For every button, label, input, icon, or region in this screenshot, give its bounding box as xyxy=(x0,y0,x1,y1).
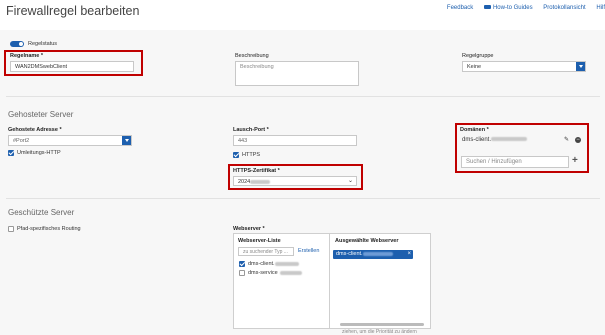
chevron-down-icon[interactable] xyxy=(576,62,585,71)
selected-webserver-label: dms-client. xyxy=(336,251,363,257)
chevron-down-icon[interactable]: ⌄ xyxy=(348,177,353,185)
https-label: HTTPS xyxy=(242,152,261,158)
rule-status-toggle[interactable] xyxy=(10,41,24,47)
redacted-text xyxy=(274,261,299,266)
drag-hint: ziehen, um die Priorität zu ändern xyxy=(342,329,417,335)
domain-search-input[interactable]: Suchen / Hinzufügen xyxy=(461,156,569,168)
redacted-text xyxy=(491,137,528,142)
page-title: Firewallregel bearbeiten xyxy=(6,4,140,18)
rule-group-select[interactable]: Keine xyxy=(462,61,586,72)
webserver-item: dms-client. xyxy=(248,261,299,267)
rule-name-label: Regelname * xyxy=(10,53,44,59)
close-icon[interactable]: × xyxy=(407,251,411,257)
form-content: Regelstatus Regelname * WAN2DMSwebClient… xyxy=(0,30,605,335)
webserver-item: dms-service xyxy=(248,270,302,276)
redacted-text xyxy=(362,251,393,256)
page-header: Firewallregel bearbeiten Feedback How-to… xyxy=(0,0,605,30)
panel-separator xyxy=(329,234,330,328)
domains-label: Domänen * xyxy=(460,127,489,133)
protokoll-link[interactable]: Protokollansicht xyxy=(543,5,585,11)
path-routing-checkbox[interactable] xyxy=(8,226,14,232)
hosted-address-select[interactable]: #Port2 xyxy=(8,135,132,146)
help-link[interactable]: Hilf xyxy=(596,5,605,11)
horizontal-scrollbar[interactable] xyxy=(340,323,424,326)
hosted-address-value: #Port2 xyxy=(13,138,30,144)
howto-link[interactable]: How-to Guides xyxy=(483,5,533,11)
divider-2 xyxy=(6,198,600,199)
domain-value: dms-client. xyxy=(462,137,492,143)
rule-name-input[interactable]: WAN2DMSwebClient xyxy=(10,61,134,72)
selected-webservers: Ausgewählte Webserver dms-client. × xyxy=(331,234,430,328)
feedback-link[interactable]: Feedback xyxy=(447,5,473,11)
webserver-label: Webserver * xyxy=(233,226,265,232)
listen-port-label: Lausch-Port * xyxy=(233,127,269,133)
create-link[interactable]: Erstellen xyxy=(298,248,319,254)
webserver-item-checkbox[interactable] xyxy=(239,270,245,276)
top-links: Feedback How-to Guides Protokollansicht … xyxy=(438,5,605,11)
description-input[interactable]: Beschreibung xyxy=(235,61,359,86)
https-checkbox[interactable] xyxy=(233,152,239,158)
protected-servers-heading: Geschützte Server xyxy=(8,208,75,217)
webserver-item-label: dms-client. xyxy=(248,261,275,267)
rule-group-value: Keine xyxy=(467,64,482,70)
https-certificate-label: HTTPS-Zertifikat * xyxy=(233,168,280,174)
pencil-icon[interactable]: ✎ xyxy=(564,136,569,143)
https-certificate-select[interactable]: 2024 ⌄ xyxy=(233,176,357,186)
redacted-text xyxy=(250,179,271,184)
webserver-item-checkbox[interactable] xyxy=(239,261,245,267)
webserver-list: Webserver-Liste zu suchender Typ ... Ers… xyxy=(234,234,329,328)
webserver-search-input[interactable]: zu suchender Typ ... xyxy=(238,247,294,256)
remove-icon[interactable]: − xyxy=(575,137,581,143)
add-icon[interactable]: + xyxy=(572,155,578,166)
divider-1 xyxy=(6,96,600,97)
path-routing-label: Pfad-spezifisches Routing xyxy=(17,226,81,232)
rule-status-label: Regelstatus xyxy=(28,41,58,47)
hosted-address-label: Gehostete Adresse * xyxy=(8,127,62,133)
selected-webservers-title: Ausgewählte Webserver xyxy=(335,238,399,244)
webserver-panel: Webserver-Liste zu suchender Typ ... Ers… xyxy=(233,233,431,329)
rule-group-label: Regelgruppe xyxy=(462,53,494,59)
description-label: Beschreibung xyxy=(235,53,269,59)
webserver-item-label: dms-service xyxy=(248,270,278,276)
redirect-http-label: Umleitungs-HTTP xyxy=(17,150,61,156)
listen-port-input[interactable]: 443 xyxy=(233,135,357,146)
redacted-text xyxy=(279,270,302,275)
webserver-list-title: Webserver-Liste xyxy=(238,238,281,244)
domain-entry: dms-client. xyxy=(462,137,528,143)
hosted-server-heading: Gehosteter Server xyxy=(8,110,74,119)
redirect-http-checkbox[interactable] xyxy=(8,150,14,156)
chevron-down-icon[interactable] xyxy=(122,136,131,145)
selected-webserver-chip[interactable]: dms-client. × xyxy=(333,250,413,259)
video-icon xyxy=(483,5,491,10)
certificate-value: 2024 xyxy=(238,179,251,185)
